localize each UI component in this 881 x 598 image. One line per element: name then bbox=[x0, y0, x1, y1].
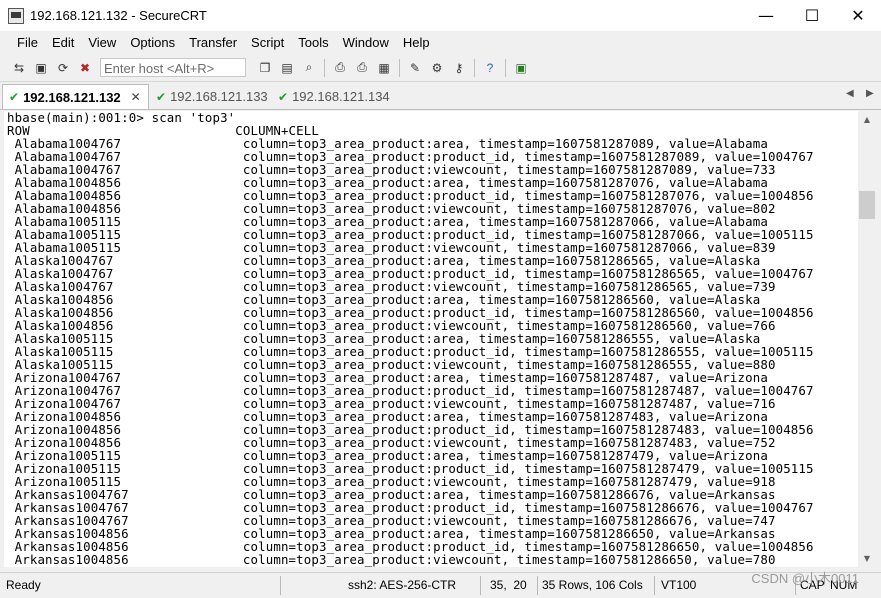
menu-file[interactable]: File bbox=[10, 35, 45, 50]
menu-bar: File Edit View Options Transfer Script T… bbox=[0, 31, 881, 54]
status-divider bbox=[537, 576, 538, 595]
toolbar-divider bbox=[399, 58, 400, 77]
toolbar: ⇆ ▣ ⟳ ✖ Enter host <Alt+R> ❐ ▤ ⌕ ⎙ ⎙ ▦ ✎… bbox=[0, 54, 881, 82]
menu-help[interactable]: Help bbox=[396, 35, 437, 50]
status-cursor-position: 35, 20 bbox=[490, 578, 527, 592]
help-icon[interactable]: ? bbox=[481, 59, 499, 77]
toolbar-divider bbox=[474, 58, 475, 77]
sftp-icon[interactable]: ▣ bbox=[512, 59, 530, 77]
connected-check-icon: ✔ bbox=[278, 89, 289, 104]
toolbar-divider bbox=[324, 58, 325, 77]
tab-label: 192.168.121.132 bbox=[23, 89, 121, 105]
reconnect-icon[interactable]: ⟳ bbox=[54, 59, 72, 77]
minimize-button[interactable]: — bbox=[743, 0, 789, 31]
watermark: CSDN @小木0011 bbox=[751, 571, 859, 586]
disconnect-icon[interactable]: ✖ bbox=[76, 59, 94, 77]
quick-connect-icon[interactable]: ▣ bbox=[32, 59, 50, 77]
status-divider bbox=[480, 576, 481, 595]
status-terminal-type: VT100 bbox=[661, 578, 697, 592]
toolbar-divider bbox=[505, 58, 506, 77]
status-encryption: ssh2: AES-256-CTR bbox=[348, 578, 457, 592]
maximize-button[interactable]: ☐ bbox=[789, 0, 835, 31]
terminal-line: Arkansas1004856 column=top3_area_product… bbox=[7, 552, 776, 567]
keymap-icon[interactable]: ⚷ bbox=[450, 59, 468, 77]
menu-edit[interactable]: Edit bbox=[45, 35, 81, 50]
tab-session-133[interactable]: ✔ 192.168.121.133 bbox=[150, 84, 272, 109]
connected-check-icon: ✔ bbox=[156, 89, 167, 104]
status-terminal-size: 35 Rows, 106 Cols bbox=[542, 578, 643, 592]
session-options-icon[interactable]: ✎ bbox=[406, 59, 424, 77]
terminal-area[interactable]: hbase(main):001:0> scan 'top3' ROW COLUM… bbox=[4, 111, 858, 567]
copy-icon[interactable]: ❐ bbox=[256, 59, 274, 77]
status-divider bbox=[280, 576, 281, 595]
window-controls: — ☐ ✕ bbox=[743, 0, 881, 31]
terminal-output: Alabama1004767 column=top3_area_product:… bbox=[4, 137, 858, 566]
securecrt-app-icon bbox=[8, 7, 24, 24]
window-title: 192.168.121.132 - SecureCRT bbox=[30, 8, 207, 23]
scroll-down-icon[interactable]: ▼ bbox=[858, 550, 876, 567]
status-bar: Ready ssh2: AES-256-CTR 35, 20 35 Rows, … bbox=[0, 572, 881, 598]
title-bar: 192.168.121.132 - SecureCRT — ☐ ✕ bbox=[0, 0, 881, 31]
connect-icon[interactable]: ⇆ bbox=[10, 59, 28, 77]
paste-icon[interactable]: ▤ bbox=[278, 59, 296, 77]
menu-view[interactable]: View bbox=[81, 35, 123, 50]
menu-tools[interactable]: Tools bbox=[291, 35, 335, 50]
close-tab-icon[interactable]: ✕ bbox=[131, 90, 141, 104]
vertical-scrollbar[interactable]: ▲ ▼ bbox=[858, 111, 876, 567]
tab-label: 192.168.121.134 bbox=[292, 89, 390, 104]
connected-check-icon: ✔ bbox=[9, 90, 20, 104]
menu-options[interactable]: Options bbox=[123, 35, 182, 50]
print-setup-icon[interactable]: ▦ bbox=[375, 59, 393, 77]
print-icon[interactable]: ⎙ bbox=[331, 59, 349, 77]
status-divider bbox=[654, 576, 655, 595]
menu-window[interactable]: Window bbox=[336, 35, 396, 50]
status-ready: Ready bbox=[6, 578, 41, 592]
print-selection-icon[interactable]: ⎙ bbox=[353, 59, 371, 77]
tab-scroll-right-icon[interactable]: ▶ bbox=[866, 88, 874, 99]
menu-transfer[interactable]: Transfer bbox=[182, 35, 244, 50]
tab-label: 192.168.121.133 bbox=[170, 89, 268, 104]
host-input[interactable]: Enter host <Alt+R> bbox=[100, 58, 246, 77]
global-options-icon[interactable]: ⚙ bbox=[428, 59, 446, 77]
tab-scroll-left-icon[interactable]: ◀ bbox=[846, 88, 854, 99]
tab-session-134[interactable]: ✔ 192.168.121.134 bbox=[272, 84, 394, 109]
scroll-up-icon[interactable]: ▲ bbox=[858, 111, 876, 128]
tab-session-132[interactable]: ✔ 192.168.121.132 ✕ bbox=[2, 84, 149, 109]
session-tabs: ✔ 192.168.121.132 ✕ ✔ 192.168.121.133 ✔ … bbox=[0, 82, 881, 110]
menu-script[interactable]: Script bbox=[244, 35, 291, 50]
close-button[interactable]: ✕ bbox=[835, 0, 881, 31]
scrollbar-thumb[interactable] bbox=[859, 191, 875, 219]
find-icon[interactable]: ⌕ bbox=[300, 59, 318, 77]
